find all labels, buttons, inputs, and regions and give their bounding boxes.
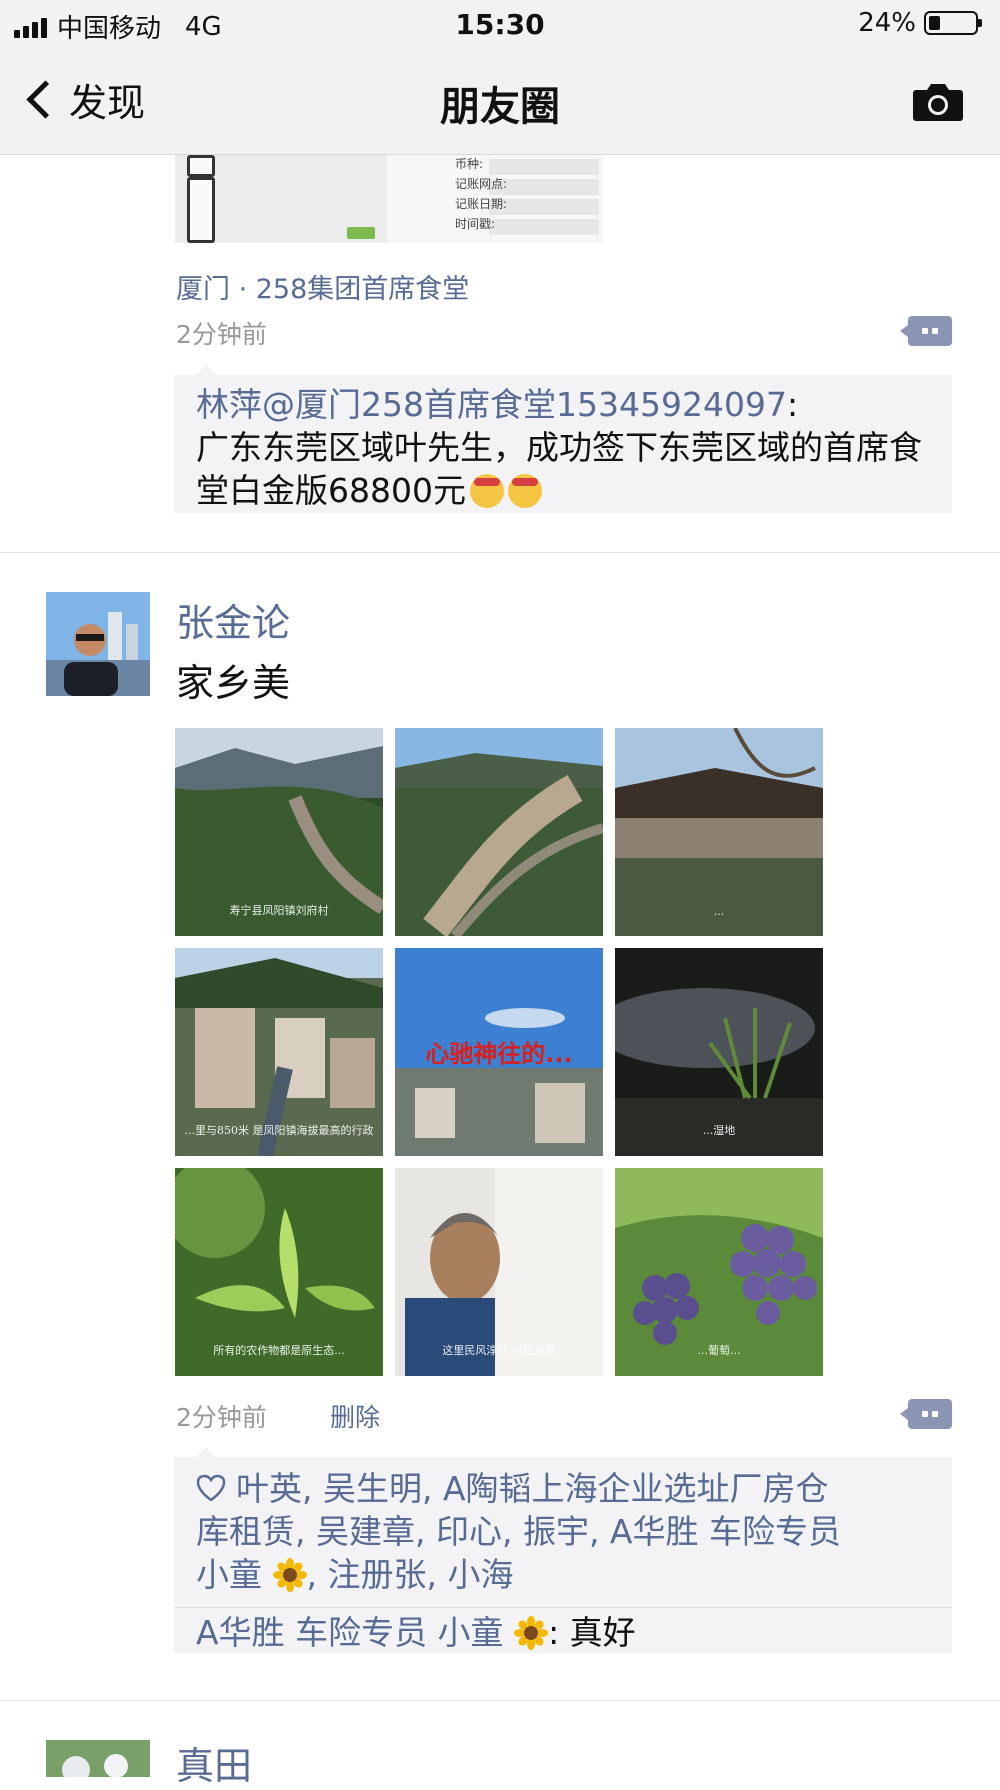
comment-text: : 真好 (548, 1613, 636, 1652)
status-bar: 中国移动 4G 15:30 24% (0, 0, 1000, 50)
battery-status: 24% (858, 8, 982, 38)
emoji-icon (469, 474, 504, 508)
photo-caption: ... (713, 905, 725, 918)
avatar[interactable] (46, 592, 150, 696)
image-grid: 寿宁县凤阳镇刘府村 ... ...里与850米 是凤阳镇海拔最高的行政 心驰神往… (175, 728, 823, 1376)
photo-caption: ...湿地 (702, 1124, 736, 1137)
photo-caption: ...里与850米 是凤阳镇海拔最高的行政 (184, 1124, 374, 1137)
photo-overlay-text: 心驰神往的... (425, 1040, 573, 1068)
battery-percent: 24% (858, 8, 916, 38)
comment-text: 广东东莞区域叶先生，成功签下东莞区域的首席食堂白金版68800元 (196, 428, 922, 510)
divider (0, 552, 1000, 553)
thumb-label: 时间戳: (455, 217, 496, 231)
emoji-icon (507, 474, 542, 508)
likes-names[interactable]: 叶英, 吴生明, A陶韬上海企业选址厂房仓 (236, 1469, 829, 1508)
thumb-label: 记账网点: (455, 177, 508, 191)
photo-caption: 寿宁县凤阳镇刘府村 (229, 904, 329, 917)
photo-caption: 所有的农作物都是原生态... (213, 1344, 345, 1357)
thumb-label: 币种: (455, 157, 484, 171)
sunflower-icon (272, 1558, 307, 1592)
post-author[interactable]: 真田 (176, 1735, 252, 1790)
page-title: 朋友圈 (440, 84, 560, 130)
thumb-label: 记账日期: (455, 197, 508, 211)
delete-button[interactable]: 删除 (330, 1398, 380, 1434)
post-author[interactable]: 张金论 (176, 592, 290, 647)
divider (0, 1700, 1000, 1701)
likes-comments-box: 叶英, 吴生明, A陶韬上海企业选址厂房仓 库租赁, 吴建章, 印心, 振宇, … (174, 1457, 952, 1653)
photo-caption: ...葡萄... (697, 1344, 741, 1357)
photo-sky-red-text[interactable]: 心驰神往的... (395, 948, 603, 1156)
camera-icon[interactable] (912, 80, 964, 122)
photo-temple-roof[interactable]: ... (615, 728, 823, 936)
avatar[interactable] (46, 1740, 150, 1777)
comment-item[interactable]: 林萍@厦门258首席食堂15345924097: 广东东莞区域叶先生，成功签下东… (174, 375, 952, 512)
shared-image-thumbnail[interactable]: 币种: 记账网点: 记账日期: 时间戳: (175, 155, 603, 243)
heart-icon (196, 1474, 226, 1502)
photo-grapes[interactable]: ...葡萄... (615, 1168, 823, 1376)
sunflower-icon (514, 1616, 549, 1650)
comment-box: 林萍@厦门258首席食堂15345924097: 广东东莞区域叶先生，成功签下东… (174, 375, 952, 513)
photo-caption: 这里民风淳朴 村民友善 (442, 1344, 556, 1357)
likes-names[interactable]: 小童 (196, 1555, 262, 1594)
likes-names[interactable]: 库租赁, 吴建章, 印心, 振宇, A华胜 车险专员 (196, 1512, 841, 1551)
clock: 15:30 (455, 8, 545, 41)
photo-elderly-woman[interactable]: 这里民风淳朴 村民友善 (395, 1168, 603, 1376)
post-time: 2分钟前 (176, 1403, 267, 1432)
photo-terraced-valley[interactable] (395, 728, 603, 936)
box-arrow (196, 1447, 216, 1457)
battery-icon (924, 11, 982, 35)
photo-grass-river[interactable]: ...湿地 (615, 948, 823, 1156)
box-arrow (196, 365, 216, 375)
post-location[interactable]: 厦门 · 258集团首席食堂 (176, 267, 469, 306)
post-text: 家乡美 (176, 661, 291, 705)
photo-mountain-valley[interactable]: 寿宁县凤阳镇刘府村 (175, 728, 383, 936)
comment-author[interactable]: 林萍@厦门258首席食堂15345924097 (196, 385, 787, 424)
divider (174, 1607, 952, 1608)
photo-tea-leaves[interactable]: 所有的农作物都是原生态... (175, 1168, 383, 1376)
comment-author[interactable]: A华胜 车险专员 小童 (196, 1613, 504, 1652)
likes-list: 叶英, 吴生明, A陶韬上海企业选址厂房仓 库租赁, 吴建章, 印心, 振宇, … (174, 1457, 952, 1596)
comment-item[interactable]: A华胜 车险专员 小童 : 真好 (196, 1611, 636, 1654)
wechat-badge-icon (347, 227, 375, 239)
comment-menu-button[interactable] (900, 316, 952, 346)
photo-village-town[interactable]: ...里与850米 是凤阳镇海拔最高的行政 (175, 948, 383, 1156)
likes-names[interactable]: , 注册张, 小海 (307, 1555, 514, 1594)
post-time: 2分钟前 (176, 320, 267, 349)
comment-menu-button[interactable] (900, 1399, 952, 1429)
navigation-bar: 发现 朋友圈 (0, 50, 1000, 155)
